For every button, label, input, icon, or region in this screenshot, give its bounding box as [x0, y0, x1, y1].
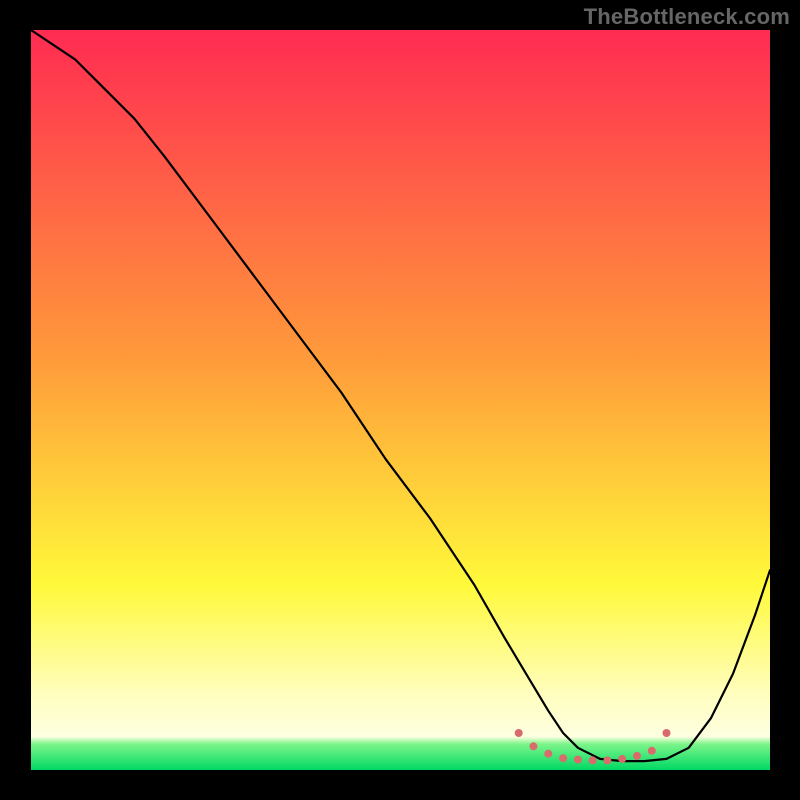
chart-frame: { "watermark": "TheBottleneck.com", "cha…	[0, 0, 800, 800]
minimum-dot	[648, 747, 656, 755]
minimum-dot	[589, 756, 597, 764]
minimum-dot	[603, 756, 611, 764]
minimum-dot	[633, 752, 641, 760]
minimum-dot	[530, 742, 538, 750]
minimum-dot	[618, 755, 626, 763]
bottleneck-chart	[0, 0, 800, 800]
minimum-dot	[663, 729, 671, 737]
minimum-dot	[574, 756, 582, 764]
plot-background	[31, 30, 770, 770]
watermark-text: TheBottleneck.com	[584, 4, 790, 30]
minimum-dot	[559, 754, 567, 762]
minimum-dot	[515, 729, 523, 737]
minimum-dot	[544, 750, 552, 758]
